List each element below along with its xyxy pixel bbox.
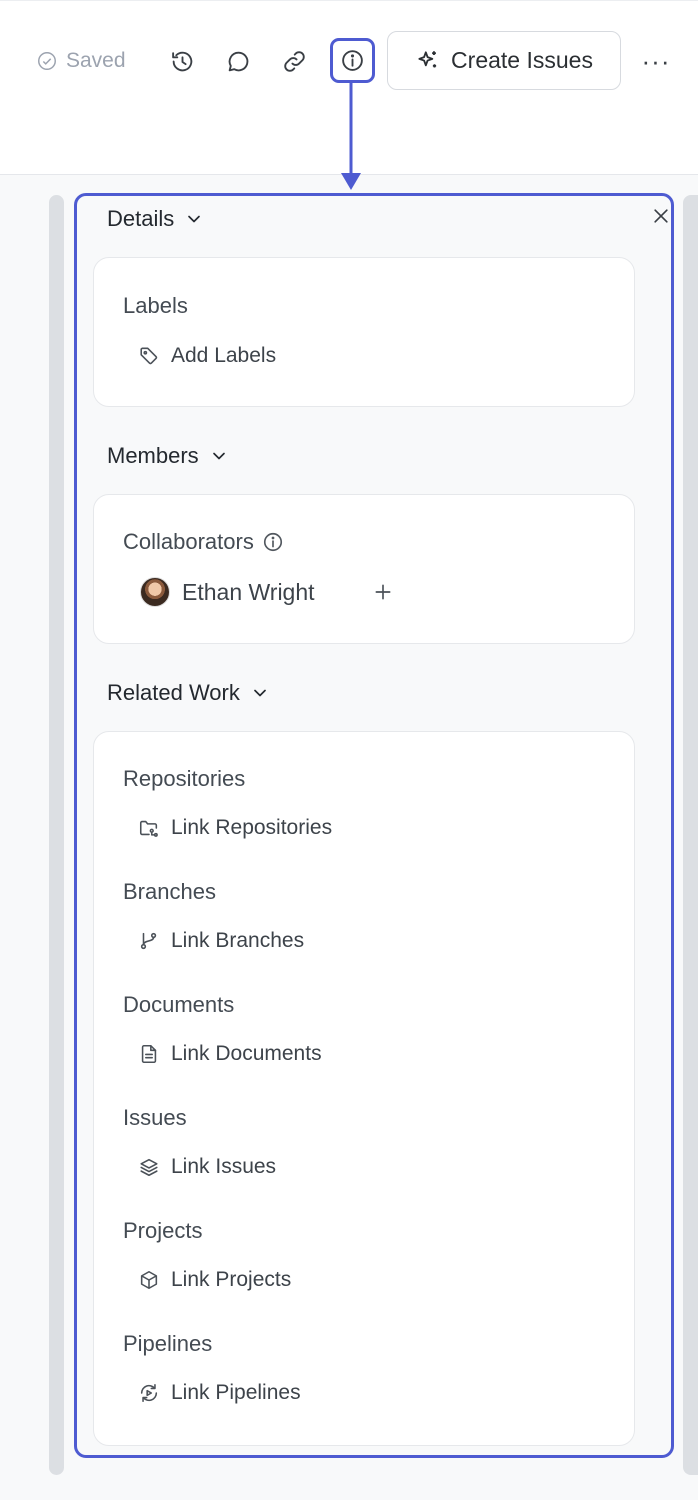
members-section-toggle[interactable]: Members <box>107 443 229 469</box>
repositories-title: Repositories <box>123 766 246 791</box>
create-issues-label: Create Issues <box>451 47 593 73</box>
link-icon <box>283 50 305 72</box>
collaborators-card: Collaborators Ethan Wright <box>93 494 635 644</box>
info-icon[interactable] <box>262 531 284 553</box>
close-panel-button[interactable] <box>647 202 675 230</box>
sparkle-icon <box>418 50 437 67</box>
repositories-field-label: Repositories <box>123 766 245 792</box>
related-work-section-toggle[interactable]: Related Work <box>107 680 270 706</box>
tag-icon <box>140 347 158 365</box>
collaborator-chip[interactable]: Ethan Wright <box>140 577 315 607</box>
layers-icon <box>140 1158 158 1177</box>
collaborators-field-label: Collaborators <box>123 529 284 555</box>
issues-field-label: Issues <box>123 1105 187 1131</box>
link-repositories-button[interactable]: Link Repositories <box>138 816 332 840</box>
related-work-title: Related Work <box>107 680 240 705</box>
comments-button[interactable] <box>218 41 258 81</box>
collaborator-name: Ethan Wright <box>182 578 315 605</box>
add-labels-button[interactable]: Add Labels <box>138 344 276 368</box>
top-toolbar: Saved Create Issues ··· <box>0 0 698 175</box>
add-collaborator-button[interactable] <box>368 575 398 609</box>
link-issues-button[interactable]: Link Issues <box>138 1155 276 1179</box>
link-pipelines-button[interactable]: Link Pipelines <box>138 1381 301 1405</box>
labels-field-label: Labels <box>123 293 188 319</box>
details-panel: Details Labels Add Labels Members Collab… <box>74 193 674 1458</box>
right-scroll-rail <box>683 195 698 1475</box>
more-icon: ··· <box>641 45 671 76</box>
details-section-toggle[interactable]: Details <box>107 206 204 232</box>
info-button[interactable] <box>330 38 375 83</box>
link-projects-button[interactable]: Link Projects <box>138 1268 291 1292</box>
details-title: Details <box>107 206 175 231</box>
saved-label: Saved <box>66 49 126 72</box>
branches-title: Branches <box>123 879 216 904</box>
create-issues-button[interactable]: Create Issues <box>387 31 621 90</box>
avatar <box>140 577 170 607</box>
history-icon <box>171 51 192 71</box>
saved-status: Saved <box>36 48 126 74</box>
check-circle-icon <box>38 52 56 70</box>
chevron-down-icon <box>254 689 266 697</box>
link-projects-label: Link Projects <box>171 1268 292 1291</box>
close-icon <box>654 209 668 223</box>
copy-link-button[interactable] <box>274 41 314 81</box>
related-work-card: Repositories Link Repositories Branches … <box>93 731 635 1446</box>
pipelines-title: Pipelines <box>123 1331 213 1356</box>
link-branches-label: Link Branches <box>171 929 305 952</box>
pipelines-field-label: Pipelines <box>123 1331 212 1357</box>
cube-icon <box>140 1270 158 1290</box>
document-icon <box>141 1044 157 1064</box>
add-labels-label: Add Labels <box>171 344 277 367</box>
pipeline-icon <box>140 1383 158 1403</box>
projects-field-label: Projects <box>123 1218 202 1244</box>
members-title: Members <box>107 443 199 468</box>
branches-field-label: Branches <box>123 879 216 905</box>
link-issues-label: Link Issues <box>171 1155 277 1178</box>
left-scroll-rail <box>49 195 64 1475</box>
more-button[interactable]: ··· <box>638 41 674 81</box>
info-icon <box>342 50 363 71</box>
chevron-down-icon <box>212 452 225 460</box>
labels-card: Labels Add Labels <box>93 257 635 407</box>
documents-field-label: Documents <box>123 992 234 1018</box>
collaborators-title: Collaborators <box>123 529 254 554</box>
comment-icon <box>228 51 248 71</box>
branch-icon <box>140 932 157 950</box>
history-button[interactable] <box>162 41 202 81</box>
projects-title: Projects <box>123 1218 203 1243</box>
link-branches-button[interactable]: Link Branches <box>138 929 304 953</box>
documents-title: Documents <box>123 992 235 1017</box>
repository-icon <box>139 820 158 837</box>
link-repositories-label: Link Repositories <box>171 816 333 839</box>
plus-icon <box>375 584 391 600</box>
issues-title: Issues <box>123 1105 187 1130</box>
link-documents-button[interactable]: Link Documents <box>138 1042 322 1066</box>
link-pipelines-label: Link Pipelines <box>171 1381 301 1404</box>
labels-title: Labels <box>123 293 188 318</box>
link-documents-label: Link Documents <box>171 1042 322 1065</box>
chevron-down-icon <box>188 215 201 223</box>
